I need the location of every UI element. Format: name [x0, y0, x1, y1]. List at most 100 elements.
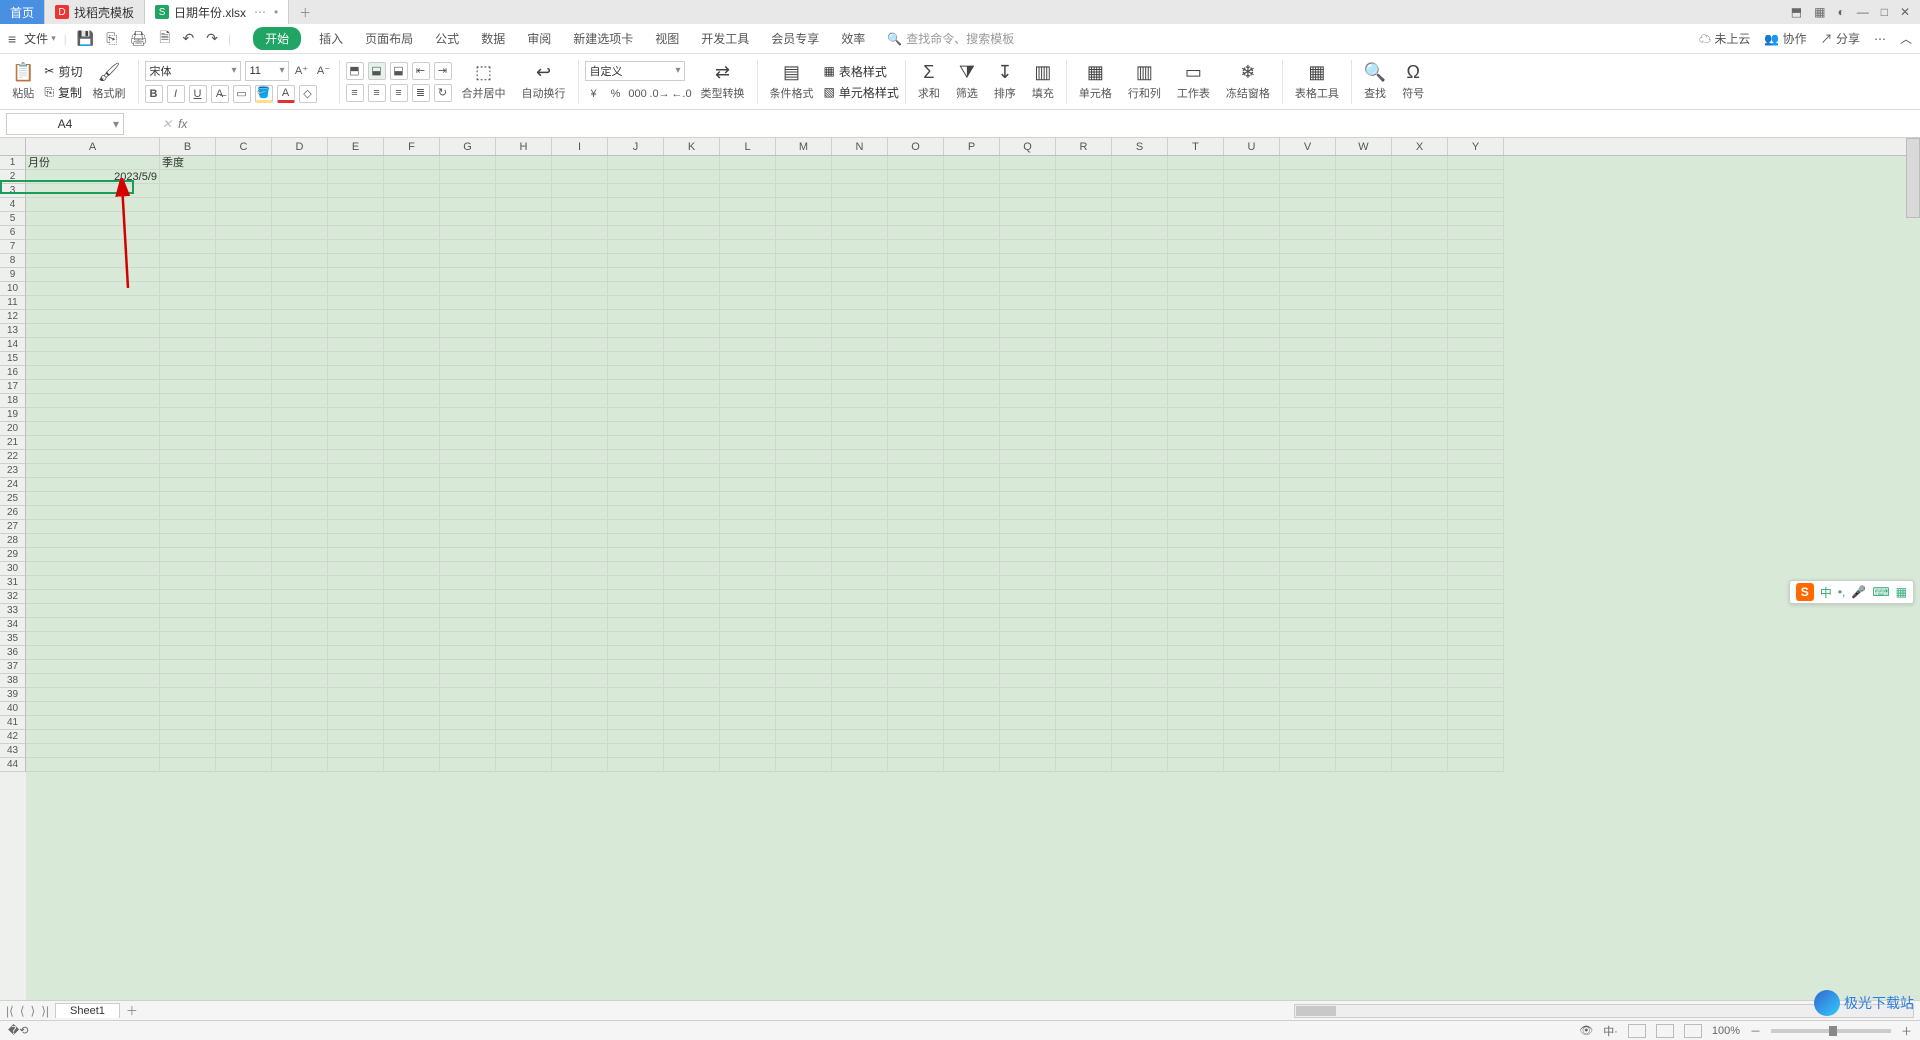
cell-W20[interactable] [1336, 422, 1392, 436]
cell-N5[interactable] [832, 212, 888, 226]
cell-H39[interactable] [496, 688, 552, 702]
cell-D32[interactable] [272, 590, 328, 604]
cell-J39[interactable] [608, 688, 664, 702]
cell-N33[interactable] [832, 604, 888, 618]
formula-input[interactable] [193, 113, 1920, 135]
cell-D2[interactable] [272, 170, 328, 184]
cell-M22[interactable] [776, 450, 832, 464]
row-header-24[interactable]: 24 [0, 478, 26, 492]
cell-L2[interactable] [720, 170, 776, 184]
cell-J4[interactable] [608, 198, 664, 212]
cell-X30[interactable] [1392, 562, 1448, 576]
worksheet[interactable]: ▭工作表 [1171, 56, 1216, 108]
cell-I30[interactable] [552, 562, 608, 576]
cell-Y14[interactable] [1448, 338, 1504, 352]
cell-Y17[interactable] [1448, 380, 1504, 394]
cell-J38[interactable] [608, 674, 664, 688]
cell-E12[interactable] [328, 310, 384, 324]
cell-D34[interactable] [272, 618, 328, 632]
cell-U35[interactable] [1224, 632, 1280, 646]
cell-X12[interactable] [1392, 310, 1448, 324]
cell-H27[interactable] [496, 520, 552, 534]
cell-U14[interactable] [1224, 338, 1280, 352]
cell-Y19[interactable] [1448, 408, 1504, 422]
cell-Y28[interactable] [1448, 534, 1504, 548]
cell-Y33[interactable] [1448, 604, 1504, 618]
cell-U19[interactable] [1224, 408, 1280, 422]
align-middle[interactable]: ⬓ [368, 62, 386, 80]
row-header-44[interactable]: 44 [0, 758, 26, 772]
cell-A29[interactable] [26, 548, 160, 562]
cell-R36[interactable] [1056, 646, 1112, 660]
cell-K25[interactable] [664, 492, 720, 506]
cell-C25[interactable] [216, 492, 272, 506]
cell-Q41[interactable] [1000, 716, 1056, 730]
cell-U28[interactable] [1224, 534, 1280, 548]
cell-J33[interactable] [608, 604, 664, 618]
cell-B17[interactable] [160, 380, 216, 394]
cell-R23[interactable] [1056, 464, 1112, 478]
row-header-39[interactable]: 39 [0, 688, 26, 702]
cell-N41[interactable] [832, 716, 888, 730]
cell-P44[interactable] [944, 758, 1000, 772]
col-header-K[interactable]: K [664, 138, 720, 155]
cell-E19[interactable] [328, 408, 384, 422]
cell-A8[interactable] [26, 254, 160, 268]
cell-E8[interactable] [328, 254, 384, 268]
cell-F2[interactable] [384, 170, 440, 184]
redo-icon[interactable]: ↷ [204, 30, 220, 47]
cell-N7[interactable] [832, 240, 888, 254]
cell-V2[interactable] [1280, 170, 1336, 184]
row-header-26[interactable]: 26 [0, 506, 26, 520]
cell-C32[interactable] [216, 590, 272, 604]
cell-Q32[interactable] [1000, 590, 1056, 604]
cell-J25[interactable] [608, 492, 664, 506]
cell-B38[interactable] [160, 674, 216, 688]
cell-J27[interactable] [608, 520, 664, 534]
cell-Q14[interactable] [1000, 338, 1056, 352]
view-pagelayout[interactable] [1656, 1024, 1674, 1038]
cell-S19[interactable] [1112, 408, 1168, 422]
cell-Y13[interactable] [1448, 324, 1504, 338]
cell-S31[interactable] [1112, 576, 1168, 590]
cell-N11[interactable] [832, 296, 888, 310]
cell-M32[interactable] [776, 590, 832, 604]
cell-L25[interactable] [720, 492, 776, 506]
cell-E9[interactable] [328, 268, 384, 282]
cell-Y6[interactable] [1448, 226, 1504, 240]
cell-B26[interactable] [160, 506, 216, 520]
cell-B42[interactable] [160, 730, 216, 744]
cell-G19[interactable] [440, 408, 496, 422]
cell-D23[interactable] [272, 464, 328, 478]
cell-D43[interactable] [272, 744, 328, 758]
cell-G14[interactable] [440, 338, 496, 352]
cell-M29[interactable] [776, 548, 832, 562]
cell-S15[interactable] [1112, 352, 1168, 366]
cell-T42[interactable] [1168, 730, 1224, 744]
cell-W29[interactable] [1336, 548, 1392, 562]
cell-S8[interactable] [1112, 254, 1168, 268]
cell-U1[interactable] [1224, 156, 1280, 170]
cell-L16[interactable] [720, 366, 776, 380]
cell-A31[interactable] [26, 576, 160, 590]
cell-Q16[interactable] [1000, 366, 1056, 380]
cell-H2[interactable] [496, 170, 552, 184]
cell-T3[interactable] [1168, 184, 1224, 198]
cell-P41[interactable] [944, 716, 1000, 730]
cell-M19[interactable] [776, 408, 832, 422]
cell-X41[interactable] [1392, 716, 1448, 730]
cell-F17[interactable] [384, 380, 440, 394]
cell-U2[interactable] [1224, 170, 1280, 184]
cell-Q39[interactable] [1000, 688, 1056, 702]
cell-O30[interactable] [888, 562, 944, 576]
cell-X18[interactable] [1392, 394, 1448, 408]
cell-K2[interactable] [664, 170, 720, 184]
cell-R44[interactable] [1056, 758, 1112, 772]
cell-K31[interactable] [664, 576, 720, 590]
cell-S43[interactable] [1112, 744, 1168, 758]
cell-M23[interactable] [776, 464, 832, 478]
cell-D3[interactable] [272, 184, 328, 198]
cell-R32[interactable] [1056, 590, 1112, 604]
cell-M31[interactable] [776, 576, 832, 590]
cell-D10[interactable] [272, 282, 328, 296]
